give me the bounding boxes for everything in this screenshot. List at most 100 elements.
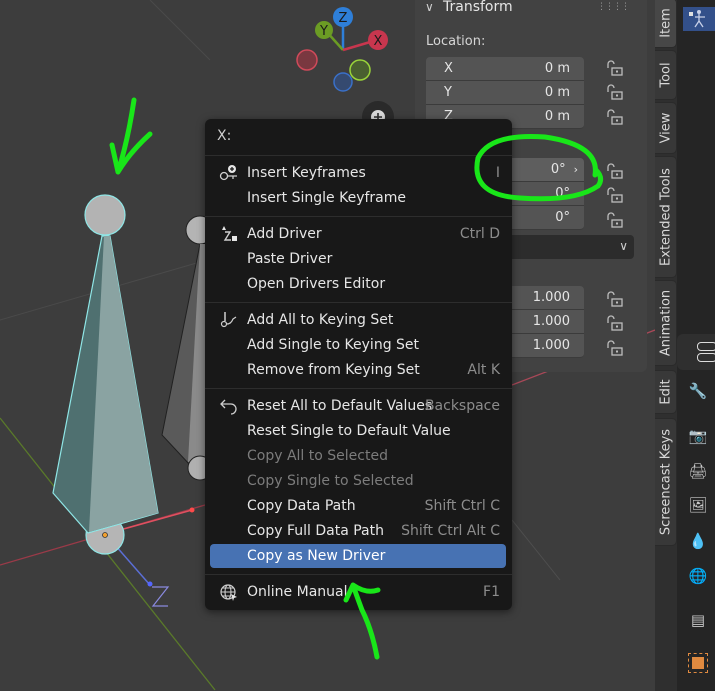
menu-separator [205, 388, 512, 389]
chevron-right-icon: › [573, 163, 578, 176]
drag-grip-icon[interactable]: ⋮⋮⋮⋮ [597, 2, 630, 12]
tab-label: Edit [658, 379, 673, 405]
menu-item-label: Add All to Keying Set [247, 312, 394, 328]
location-y-field[interactable]: Y 0 m [426, 81, 584, 105]
navigation-gizmo[interactable]: Y Z X [296, 7, 388, 92]
collection-icon[interactable]: ▤ [685, 607, 711, 633]
menu-separator [205, 302, 512, 303]
field-label: X [444, 61, 453, 76]
gizmo-x-label: X [374, 34, 383, 49]
lock-icon[interactable] [605, 315, 623, 331]
gizmo-neg-x[interactable] [296, 49, 318, 71]
render-icon[interactable]: 📷 [685, 423, 711, 449]
gizmo-z-label: Z [339, 11, 348, 26]
menu-item-add-driver[interactable]: Add Driver Ctrl D [210, 222, 506, 246]
properties-editor-tabs: 🔧 📷 🖨 🖼 💧 🌐 ▤ [677, 0, 715, 691]
bone-x-axis-end [189, 507, 195, 513]
keying-set-icon [218, 310, 240, 330]
menu-item-label: Copy Single to Selected [247, 473, 414, 489]
sidebar-tabs: Item Tool View Extended Tools Animation … [655, 0, 677, 691]
menu-item-add-all-to-keying-set[interactable]: Add All to Keying Set [210, 308, 506, 332]
menu-item-remove-from-keying-set[interactable]: Remove from Keying Set Alt K [210, 358, 506, 382]
menu-item-insert-keyframes[interactable]: Insert Keyframes I [210, 161, 506, 185]
tab-extended-tools[interactable]: Extended Tools [655, 156, 677, 278]
gizmo-neg-y[interactable] [349, 59, 371, 81]
lock-icon[interactable] [605, 212, 623, 228]
menu-item-label: Copy All to Selected [247, 448, 388, 464]
grid-line [511, 519, 561, 581]
tab-screencast-keys[interactable]: Screencast Keys [655, 418, 677, 546]
field-value: 0° [550, 162, 566, 177]
menu-item-label: Reset All to Default Values [247, 398, 433, 414]
tab-tool[interactable]: Tool [655, 50, 677, 100]
location-x-field[interactable]: X 0 m [426, 57, 584, 81]
menu-item-open-drivers-editor[interactable]: Open Drivers Editor [210, 272, 506, 296]
scene-icon[interactable]: 💧 [685, 528, 711, 554]
tool-icon[interactable]: 🔧 [685, 378, 711, 404]
menu-item-label: Copy Data Path [247, 498, 356, 514]
lock-icon[interactable] [605, 163, 623, 179]
menu-item-label: Online Manual [247, 584, 348, 600]
lock-icon[interactable] [605, 109, 623, 125]
tab-label: Item [658, 8, 673, 38]
menu-item-copy-full-data-path[interactable]: Copy Full Data Path Shift Ctrl Alt C [210, 519, 506, 543]
tab-edit[interactable]: Edit [655, 370, 677, 414]
lock-icon[interactable] [605, 187, 623, 203]
menu-item-copy-single-to-selected: Copy Single to Selected [210, 469, 506, 493]
field-label: Y [444, 85, 452, 100]
toggle-icon[interactable] [677, 334, 715, 370]
z-axis-label-glyph [151, 586, 170, 607]
field-value: 1.000 [532, 290, 570, 305]
menu-item-label: Copy Full Data Path [247, 523, 384, 539]
menu-item-insert-single-keyframe[interactable]: Insert Single Keyframe [210, 186, 506, 210]
object-icon[interactable] [685, 650, 711, 676]
field-value: 1.000 [532, 338, 570, 353]
menu-item-shortcut: Shift Ctrl C [424, 498, 500, 514]
menu-item-shortcut: Backspace [424, 398, 500, 414]
armature-pose-icon [689, 10, 705, 28]
menu-item-label: Open Drivers Editor [247, 276, 386, 292]
world-icon[interactable]: 🌐 [685, 563, 711, 589]
menu-item-reset-single-to-default[interactable]: Reset Single to Default Value [210, 419, 506, 443]
chevron-down-icon: ∨ [619, 239, 628, 253]
tab-bone-active[interactable] [683, 7, 715, 31]
menu-item-shortcut: Shift Ctrl Alt C [401, 523, 500, 539]
lock-icon[interactable] [605, 291, 623, 307]
bone-head-selected[interactable] [84, 194, 126, 236]
field-value: 0 m [544, 109, 570, 124]
lock-icon[interactable] [605, 84, 623, 100]
menu-item-paste-driver[interactable]: Paste Driver [210, 247, 506, 271]
menu-item-shortcut: Alt K [467, 362, 500, 378]
gizmo-neg-z[interactable] [333, 72, 353, 92]
grid-line [149, 0, 211, 61]
lock-icon[interactable] [605, 340, 623, 356]
tab-label: Extended Tools [658, 168, 673, 266]
tab-item[interactable]: Item [655, 0, 677, 48]
gizmo-y-label: Y [319, 24, 328, 39]
driver-icon [218, 224, 240, 244]
menu-item-copy-data-path[interactable]: Copy Data Path Shift Ctrl C [210, 494, 506, 518]
tab-view[interactable]: View [655, 102, 677, 154]
output-icon[interactable]: 🖨 [685, 458, 711, 484]
menu-item-online-manual[interactable]: Online Manual F1 [210, 580, 506, 604]
field-value: 0 m [544, 61, 570, 76]
menu-separator [205, 574, 512, 575]
menu-item-label: Add Driver [247, 226, 322, 242]
menu-item-add-single-to-keying-set[interactable]: Add Single to Keying Set [210, 333, 506, 357]
menu-item-shortcut: F1 [483, 584, 500, 600]
menu-item-label: Copy as New Driver [247, 548, 386, 564]
tab-label: View [658, 112, 673, 144]
tab-animation[interactable]: Animation [655, 280, 677, 366]
keyframe-insert-icon [218, 163, 240, 183]
lock-icon[interactable] [605, 60, 623, 76]
tab-label: Tool [658, 62, 673, 88]
menu-item-copy-as-new-driver[interactable]: Copy as New Driver [210, 544, 506, 568]
field-value: 0 m [544, 85, 570, 100]
menu-item-shortcut: Ctrl D [459, 226, 500, 242]
bone-z-axis-end [147, 581, 153, 587]
transform-panel-header[interactable]: ∨ Transform [425, 0, 513, 18]
menu-item-reset-all-to-default[interactable]: Reset All to Default Values Backspace [210, 394, 506, 418]
location-label: Location: [426, 34, 486, 49]
view-layer-icon[interactable]: 🖼 [685, 492, 711, 518]
tab-label: Animation [658, 289, 673, 357]
